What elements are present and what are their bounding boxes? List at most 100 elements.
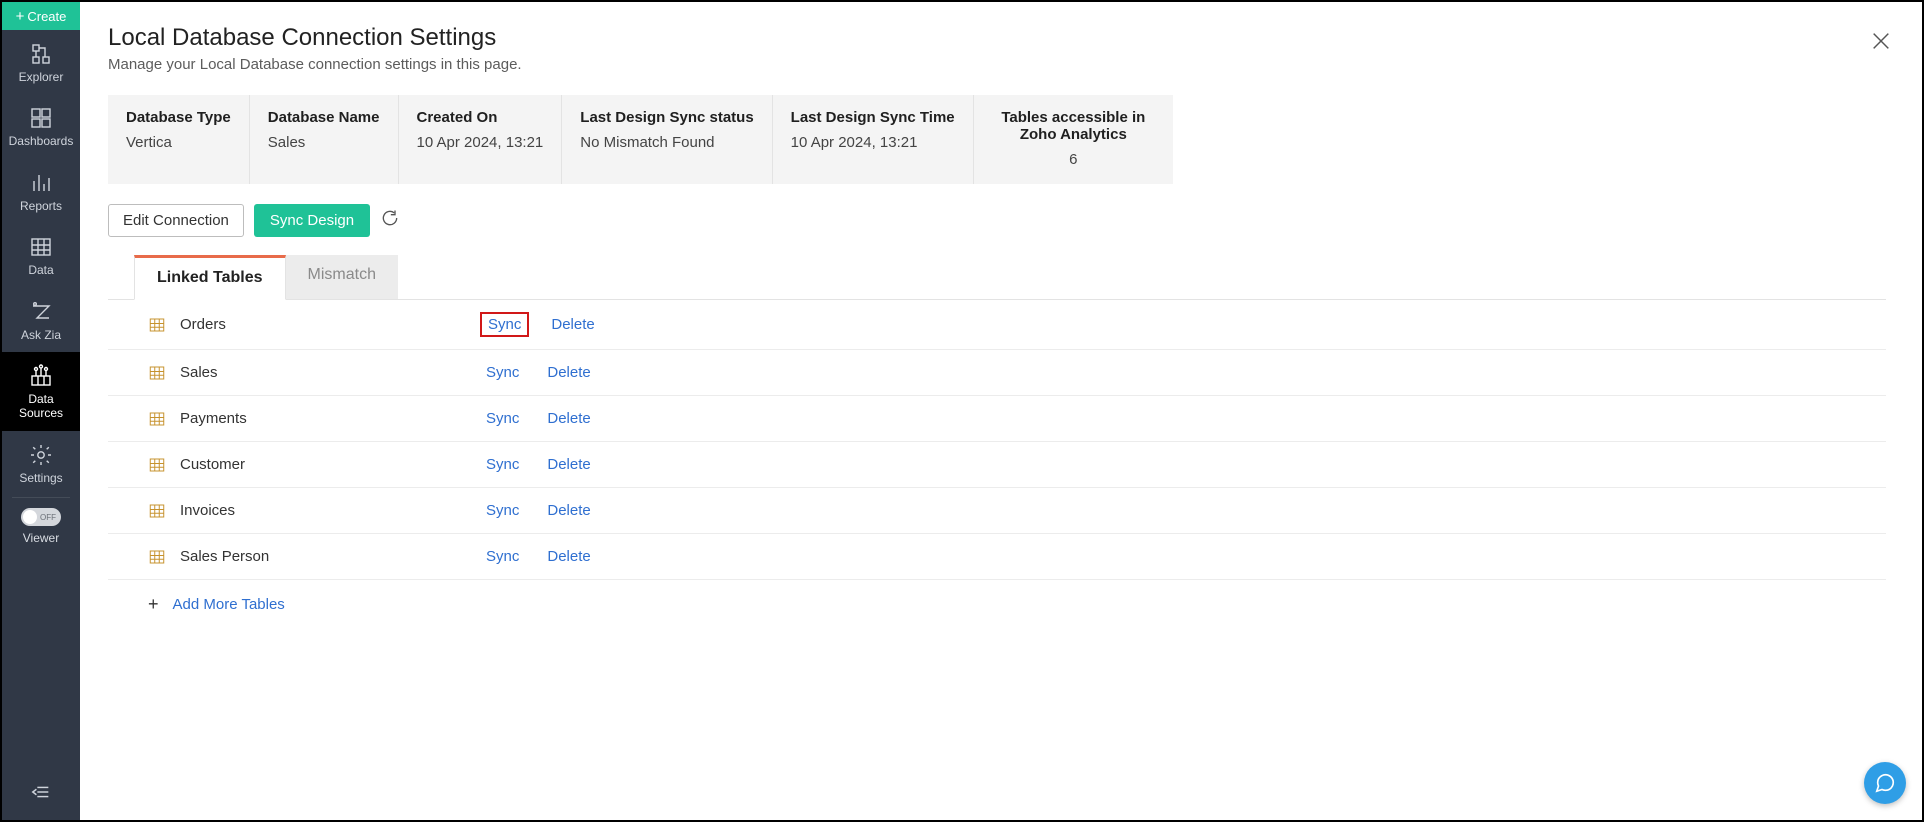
delete-link[interactable]: Delete xyxy=(545,314,600,335)
summary-db-name: Database Name Sales xyxy=(250,95,399,184)
tabs: Linked Tables Mismatch xyxy=(108,255,1886,300)
plus-icon: + xyxy=(148,594,159,615)
toggle-state-label: OFF xyxy=(40,513,56,522)
table-icon xyxy=(148,502,166,520)
refresh-button[interactable] xyxy=(380,208,400,233)
delete-link[interactable]: Delete xyxy=(541,546,596,567)
divider xyxy=(12,497,70,498)
gear-icon xyxy=(29,443,53,467)
sync-link[interactable]: Sync xyxy=(480,546,525,567)
sidebar-item-data[interactable]: Data xyxy=(2,223,80,287)
table-row: InvoicesSync Delete xyxy=(108,488,1886,534)
tab-mismatch[interactable]: Mismatch xyxy=(286,255,398,299)
table-row: Sales PersonSync Delete xyxy=(108,534,1886,580)
summary-label: Database Name xyxy=(268,109,380,126)
summary-value: No Mismatch Found xyxy=(580,134,753,151)
table-name: Customer xyxy=(180,456,480,473)
chat-button[interactable] xyxy=(1864,762,1906,804)
summary-label: Database Type xyxy=(126,109,231,126)
sidebar-item-explorer[interactable]: Explorer xyxy=(2,30,80,94)
sidebar-item-askzia[interactable]: Ask Zia xyxy=(2,288,80,352)
summary-tables-count: Tables accessible in Zoho Analytics 6 xyxy=(974,95,1173,184)
table-icon xyxy=(148,364,166,382)
delete-link[interactable]: Delete xyxy=(541,408,596,429)
add-more-tables-row[interactable]: + Add More Tables xyxy=(108,580,1886,619)
data-icon xyxy=(29,235,53,259)
summary-value: 10 Apr 2024, 13:21 xyxy=(417,134,544,151)
datasources-icon xyxy=(29,364,53,388)
table-row: OrdersSync Delete xyxy=(108,300,1886,350)
table-name: Payments xyxy=(180,410,480,427)
askzia-icon xyxy=(29,300,53,324)
main-content: Local Database Connection Settings Manag… xyxy=(80,2,1922,820)
explorer-icon xyxy=(29,42,53,66)
summary-value: 6 xyxy=(992,151,1155,168)
table-icon xyxy=(148,456,166,474)
table-name: Sales xyxy=(180,364,480,381)
summary-label: Last Design Sync status xyxy=(580,109,753,126)
actions-row: Edit Connection Sync Design xyxy=(108,204,1886,237)
summary-db-type: Database Type Vertica xyxy=(108,95,250,184)
delete-link[interactable]: Delete xyxy=(541,362,596,383)
viewer-toggle-group[interactable]: OFF Viewer xyxy=(2,500,80,545)
sync-link[interactable]: Sync xyxy=(480,454,525,475)
table-icon xyxy=(148,548,166,566)
collapse-icon xyxy=(30,781,52,803)
close-button[interactable] xyxy=(1870,30,1892,57)
sync-design-button[interactable]: Sync Design xyxy=(254,204,370,237)
table-row: CustomerSync Delete xyxy=(108,442,1886,488)
summary-created-on: Created On 10 Apr 2024, 13:21 xyxy=(399,95,563,184)
sidebar-item-label: Dashboards xyxy=(9,134,74,148)
table-name: Orders xyxy=(180,316,480,333)
table-icon xyxy=(148,410,166,428)
close-icon xyxy=(1870,30,1892,52)
sidebar-item-label: Explorer xyxy=(19,70,64,84)
sync-link[interactable]: Sync xyxy=(480,312,529,337)
collapse-sidebar-button[interactable] xyxy=(2,767,80,820)
viewer-toggle[interactable]: OFF xyxy=(21,508,61,526)
table-row: SalesSync Delete xyxy=(108,350,1886,396)
sidebar-item-label: Reports xyxy=(20,199,62,213)
chat-icon xyxy=(1874,772,1896,794)
summary-sync-status: Last Design Sync status No Mismatch Foun… xyxy=(562,95,772,184)
sync-link[interactable]: Sync xyxy=(480,500,525,521)
summary-label: Tables accessible in Zoho Analytics xyxy=(992,109,1155,143)
delete-link[interactable]: Delete xyxy=(541,454,596,475)
summary-value: 10 Apr 2024, 13:21 xyxy=(791,134,955,151)
sync-link[interactable]: Sync xyxy=(480,362,525,383)
create-button[interactable]: + Create xyxy=(2,2,80,30)
sidebar-item-label: Ask Zia xyxy=(21,328,61,342)
sidebar-item-label: Data Sources xyxy=(19,392,63,421)
page-title: Local Database Connection Settings xyxy=(108,24,1886,52)
refresh-icon xyxy=(380,208,400,228)
table-name: Invoices xyxy=(180,502,480,519)
reports-icon xyxy=(29,171,53,195)
connection-summary: Database Type Vertica Database Name Sale… xyxy=(108,95,1173,184)
table-row: PaymentsSync Delete xyxy=(108,396,1886,442)
summary-label: Created On xyxy=(417,109,544,126)
summary-sync-time: Last Design Sync Time 10 Apr 2024, 13:21 xyxy=(773,95,974,184)
sidebar-item-reports[interactable]: Reports xyxy=(2,159,80,223)
dashboards-icon xyxy=(29,106,53,130)
summary-label: Last Design Sync Time xyxy=(791,109,955,126)
page-subtitle: Manage your Local Database connection se… xyxy=(108,56,1886,73)
sidebar-item-datasources[interactable]: Data Sources xyxy=(2,352,80,431)
tab-linked-tables[interactable]: Linked Tables xyxy=(134,255,286,300)
viewer-label: Viewer xyxy=(23,531,59,545)
table-icon xyxy=(148,316,166,334)
sidebar-item-label: Settings xyxy=(19,471,62,485)
sync-link[interactable]: Sync xyxy=(480,408,525,429)
sidebar-item-label: Data xyxy=(28,263,53,277)
table-name: Sales Person xyxy=(180,548,480,565)
add-more-tables-link[interactable]: Add More Tables xyxy=(173,596,285,613)
create-label: Create xyxy=(27,9,66,24)
linked-tables-list: OrdersSyncDelete SalesSyncDelete Payment… xyxy=(108,300,1886,580)
plus-icon: + xyxy=(16,9,25,24)
summary-value: Vertica xyxy=(126,134,231,151)
summary-value: Sales xyxy=(268,134,380,151)
sidebar-item-dashboards[interactable]: Dashboards xyxy=(2,94,80,158)
delete-link[interactable]: Delete xyxy=(541,500,596,521)
sidebar-item-settings[interactable]: Settings xyxy=(2,431,80,495)
sidebar: + Create Explorer Dashboards Reports Dat… xyxy=(2,2,80,820)
edit-connection-button[interactable]: Edit Connection xyxy=(108,204,244,237)
